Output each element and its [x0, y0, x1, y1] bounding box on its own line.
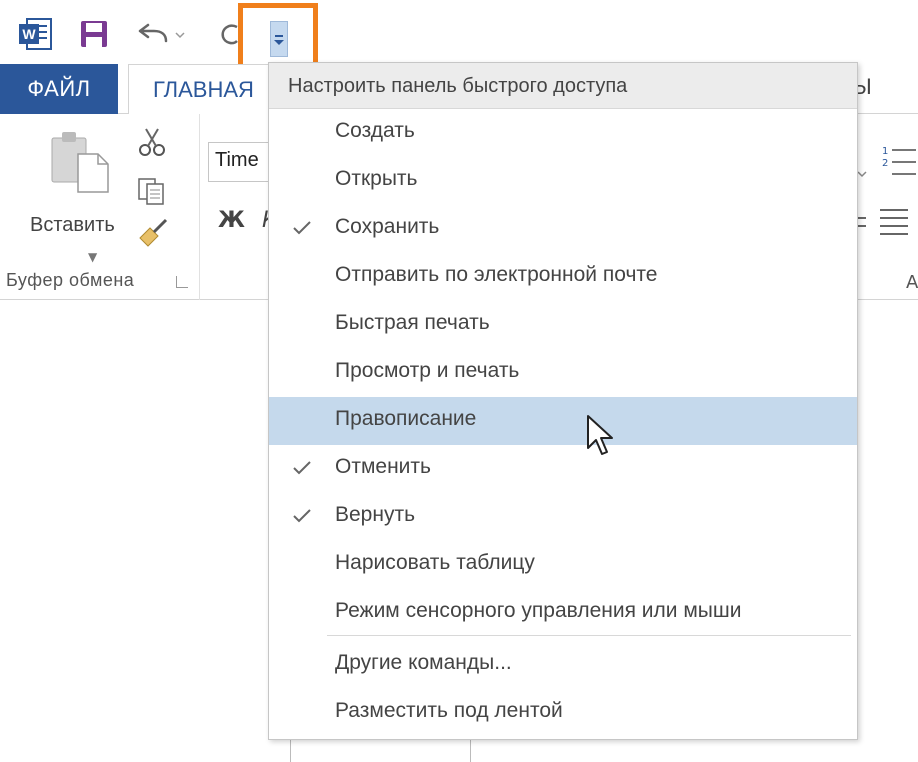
clipboard-group: Вставить ▼ Буфер обмена: [0, 114, 200, 300]
menu-item-label: Открыть: [335, 167, 418, 190]
menu-item-open[interactable]: Открыть: [269, 157, 857, 205]
svg-text:2: 2: [882, 158, 888, 169]
tab-file[interactable]: ФАЙЛ: [0, 64, 118, 114]
menu-item-label: Создать: [335, 119, 415, 142]
paste-label: Вставить: [30, 214, 115, 236]
format-painter-icon[interactable]: [136, 218, 170, 254]
menu-item-print-preview[interactable]: Просмотр и печать: [269, 349, 857, 397]
chevron-down-icon: [270, 21, 288, 57]
paragraph-group-label-partial: А: [906, 272, 918, 293]
customize-quick-access-button[interactable]: [238, 3, 318, 69]
menu-item-email[interactable]: Отправить по электронной почте: [269, 253, 857, 301]
undo-icon[interactable]: [134, 14, 190, 54]
paste-dropdown-icon[interactable]: ▼: [88, 250, 97, 264]
menu-item-label: Отправить по электронной почте: [335, 263, 658, 286]
menu-item-label: Нарисовать таблицу: [335, 551, 535, 574]
menu-item-quick-print[interactable]: Быстрая печать: [269, 301, 857, 349]
save-icon[interactable]: [76, 14, 112, 54]
clipboard-group-label: Буфер обмена: [6, 270, 135, 290]
menu-item-undo[interactable]: Отменить: [269, 445, 857, 493]
customize-qat-menu: Настроить панель быстрого доступа Создат…: [268, 62, 858, 740]
menu-item-touch-mode[interactable]: Режим сенсорного управления или мыши: [269, 589, 857, 637]
menu-item-label: Быстрая печать: [335, 311, 490, 334]
svg-text:W: W: [22, 26, 36, 42]
menu-item-save[interactable]: Сохранить: [269, 205, 857, 253]
word-logo-icon: W: [16, 14, 54, 54]
menu-item-label: Правописание: [335, 407, 477, 430]
menu-item-more-commands[interactable]: Другие команды...: [269, 641, 857, 689]
clipboard-dialog-launcher-icon[interactable]: [176, 276, 188, 288]
checkmark-icon: [291, 457, 313, 479]
margin-guide: [290, 738, 291, 762]
svg-text:1: 1: [882, 146, 888, 157]
cut-icon[interactable]: [136, 126, 168, 162]
menu-item-label: Сохранить: [335, 215, 440, 238]
menu-item-label: Просмотр и печать: [335, 359, 520, 382]
menu-item-label: Разместить под лентой: [335, 699, 563, 722]
menu-item-draw-table[interactable]: Нарисовать таблицу: [269, 541, 857, 589]
menu-item-label: Режим сенсорного управления или мыши: [335, 599, 742, 622]
paste-button[interactable]: Вставить ▼: [18, 128, 130, 278]
menu-separator: [327, 635, 851, 636]
menu-header: Настроить панель быстрого доступа: [269, 63, 857, 109]
quick-access-toolbar: W: [0, 0, 918, 69]
menu-item-label: Вернуть: [335, 503, 416, 526]
checkmark-icon: [291, 217, 313, 239]
paste-icon: [51, 132, 109, 193]
font-name-box[interactable]: Time: [208, 142, 272, 182]
mouse-cursor-icon: [586, 414, 616, 458]
menu-item-redo[interactable]: Вернуть: [269, 493, 857, 541]
menu-item-show-below-ribbon[interactable]: Разместить под лентой: [269, 689, 857, 737]
menu-item-label: Отменить: [335, 455, 431, 478]
menu-item-label: Другие команды...: [335, 651, 512, 674]
menu-item-create[interactable]: Создать: [269, 109, 857, 157]
tab-home[interactable]: ГЛАВНАЯ: [128, 64, 278, 115]
menu-item-spelling[interactable]: Правописание: [269, 397, 857, 445]
copy-icon[interactable]: [136, 176, 168, 210]
checkmark-icon: [291, 505, 313, 527]
margin-guide: [470, 738, 471, 762]
bold-button[interactable]: Ж: [218, 208, 245, 233]
